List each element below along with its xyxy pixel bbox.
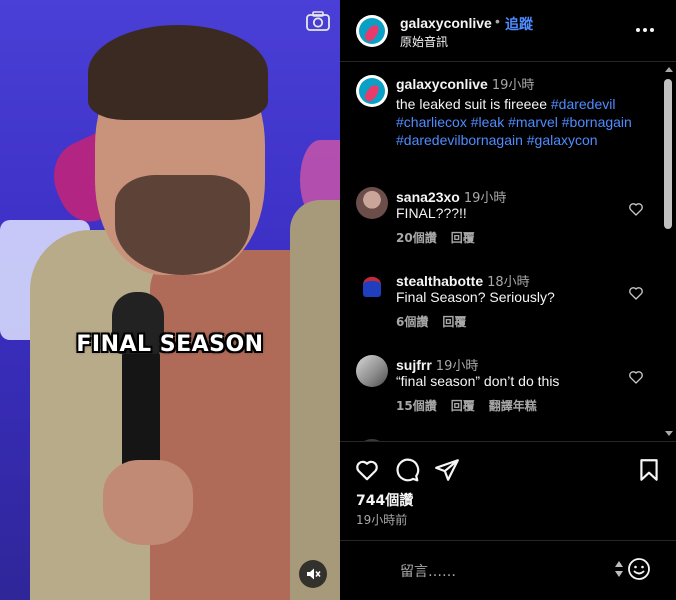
bookmark-icon[interactable] — [636, 457, 662, 483]
more-horizontal-icon[interactable] — [636, 20, 656, 40]
comment-username[interactable]: sana23xo — [396, 189, 460, 205]
video-player[interactable]: FINAL SEASON — [0, 0, 340, 600]
comment-username[interactable]: stealthabotte — [396, 273, 483, 289]
avatar[interactable] — [356, 15, 388, 47]
caption-text: the leaked suit is fireeee — [396, 96, 547, 112]
caption-time: 19小時 — [491, 78, 535, 93]
person-hair — [88, 25, 268, 120]
hashtag-link[interactable]: #daredevil — [551, 96, 616, 112]
avatar[interactable] — [356, 187, 388, 219]
post-actions: 744個讚 19小時前 — [340, 441, 676, 539]
comment-likes[interactable]: 20個讚 — [396, 229, 437, 246]
heart-icon[interactable] — [354, 457, 380, 483]
avatar[interactable] — [356, 271, 388, 303]
avatar[interactable] — [356, 75, 388, 107]
hashtag-link[interactable]: #galaxycon — [527, 132, 598, 148]
post-header: galaxyconlive • 追蹤 原始音訊 — [340, 0, 676, 62]
comment-time: 19小時 — [435, 359, 479, 374]
header-username[interactable]: galaxyconlive — [400, 15, 492, 31]
translate-button[interactable]: 翻譯年糕 — [489, 397, 537, 414]
comment-text: Final Season? Seriously? — [396, 289, 555, 305]
comment-likes[interactable]: 15個讚 — [396, 397, 437, 414]
comment-text: FINAL???!! — [396, 205, 467, 221]
scroll-thumb[interactable] — [664, 79, 672, 229]
paper-plane-icon[interactable] — [434, 457, 460, 483]
muted-speaker-icon — [307, 568, 321, 580]
list-item: stealthabotte 18小時 Final Season? Seriousl… — [340, 271, 660, 355]
heart-icon[interactable] — [628, 201, 644, 217]
likes-count[interactable]: 744個讚 — [356, 490, 413, 510]
reply-button[interactable]: 回覆 — [442, 313, 466, 330]
posted-time: 19小時前 — [356, 513, 408, 527]
comment-username[interactable]: sujfrr — [396, 357, 432, 373]
original-audio-link[interactable]: 原始音訊 — [400, 33, 448, 50]
reply-button[interactable]: 回覆 — [451, 397, 475, 414]
hashtag-link[interactable]: #bornagain — [562, 114, 632, 130]
list-item: sujfrr 19小時 “final season” don’t do this … — [340, 355, 660, 439]
caption-username[interactable]: galaxyconlive — [396, 76, 488, 92]
post-caption: galaxyconlive 19小時 the leaked suit is fir… — [396, 75, 652, 149]
hashtag-link[interactable]: #charliecox — [396, 114, 467, 130]
heart-icon[interactable] — [628, 285, 644, 301]
comment-text: “final season” don’t do this — [396, 373, 560, 389]
hashtag-link[interactable]: #marvel — [508, 114, 558, 130]
comments-scrollbar[interactable] — [660, 63, 676, 441]
comment-time: 18小時 — [487, 275, 530, 290]
scroll-up-arrow-icon[interactable] — [665, 67, 673, 72]
comments-list[interactable]: galaxyconlive 19小時 the leaked suit is fir… — [340, 63, 660, 441]
spinner-arrows-icon[interactable] — [614, 559, 624, 579]
scroll-down-arrow-icon[interactable] — [665, 431, 673, 436]
comment-input-bar: 留言…… — [340, 540, 676, 600]
follow-button[interactable]: 追蹤 — [505, 14, 533, 34]
reply-button[interactable]: 回覆 — [451, 229, 475, 246]
person-hand — [103, 460, 193, 545]
avatar[interactable] — [356, 355, 388, 387]
video-caption: FINAL SEASON — [76, 332, 264, 357]
comment-bubble-icon[interactable] — [394, 457, 420, 483]
smiley-icon[interactable] — [627, 557, 651, 581]
person-beard — [115, 175, 250, 275]
comment-likes[interactable]: 6個讚 — [396, 313, 428, 330]
camera-icon[interactable] — [305, 10, 331, 32]
list-item: sana23xo 19小時 FINAL???!! 20個讚 回覆 — [340, 187, 660, 271]
hashtag-link[interactable]: #daredevilbornagain — [396, 132, 523, 148]
comment-time: 19小時 — [463, 191, 507, 206]
mute-toggle-button[interactable] — [299, 560, 327, 588]
comment-input[interactable]: 留言…… — [400, 561, 456, 581]
post-side-panel: galaxyconlive • 追蹤 原始音訊 galaxyconlive 19小… — [340, 0, 676, 600]
heart-icon[interactable] — [628, 369, 644, 385]
header-separator: • — [495, 13, 500, 29]
hashtag-link[interactable]: #leak — [471, 114, 504, 130]
person-cardigan — [290, 200, 340, 600]
